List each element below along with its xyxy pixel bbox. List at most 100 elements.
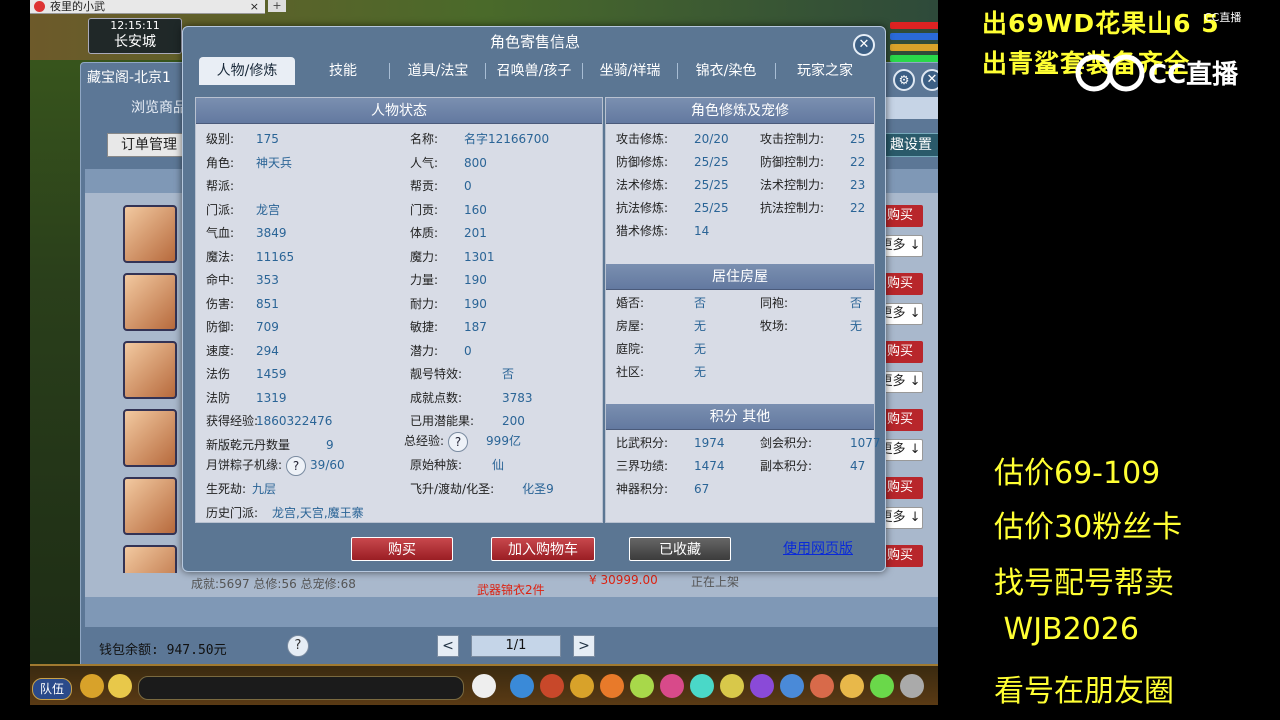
tab-mounts[interactable]: 坐骑/祥瑞: [585, 57, 675, 85]
cultivation-value: 14: [694, 224, 710, 238]
tab-outfits[interactable]: 锦衣/染色: [679, 57, 773, 85]
add-to-cart-button[interactable]: 加入购物车: [491, 537, 595, 561]
history-value: 龙宫,天宫,魔王寨: [272, 506, 364, 520]
char-stat-label: 伤害:: [206, 296, 235, 311]
order-manage-button[interactable]: 订单管理: [107, 133, 191, 157]
house-row: 社区: 无: [616, 361, 706, 384]
tab-player-home[interactable]: 玩家之家: [777, 57, 873, 85]
tab-character[interactable]: 人物/修炼: [199, 57, 295, 85]
team-icon[interactable]: [630, 674, 654, 698]
char-stat-row: 伤害: 851: [206, 293, 279, 316]
gang-icon[interactable]: [720, 674, 744, 698]
bazaar-title: 藏宝阁-北京1: [87, 70, 171, 86]
char-stat-row: 气血: 3849: [206, 222, 287, 245]
avatar[interactable]: [123, 477, 177, 535]
browse-tab[interactable]: 浏览商品: [131, 97, 187, 117]
tab-skills[interactable]: 技能: [297, 57, 389, 85]
task-icon[interactable]: [690, 674, 714, 698]
avatar[interactable]: [123, 409, 177, 467]
score-label: 副本积分:: [760, 459, 813, 473]
overlay-line: 估价30粉丝卡: [994, 510, 1183, 545]
page-prev-button[interactable]: <: [437, 635, 459, 657]
help-icon[interactable]: ?: [286, 455, 307, 476]
tab-items[interactable]: 道具/法宝: [393, 57, 483, 85]
voice-icon[interactable]: [80, 674, 104, 698]
bag-icon[interactable]: [540, 674, 564, 698]
char-stat-label: 帮派:: [206, 179, 235, 193]
char-stat-label: 潜力:: [410, 343, 439, 358]
game-window: 夜里的小武 × + 12:15:11 长安城 藏宝阁-北京1 浏览商品 ⚙ ✕ …: [30, 0, 938, 705]
house-label: 同袍:: [760, 296, 789, 310]
help-icon[interactable]: ?: [287, 635, 309, 657]
char-stat-value: 名字12166700: [464, 132, 550, 146]
buy-button[interactable]: 购买: [351, 537, 453, 561]
chat-input[interactable]: [138, 676, 464, 700]
browser-tab[interactable]: 夜里的小武 ×: [30, 0, 265, 14]
help-icon[interactable]: ?: [448, 431, 469, 452]
cultivation-value: 25/25: [694, 178, 729, 192]
cultivation-label: 防御修炼:: [616, 155, 669, 169]
char-stat-row: 成就点数: 3783: [410, 387, 533, 410]
list-footer: [85, 597, 938, 627]
page-next-button[interactable]: >: [573, 635, 595, 657]
cultivation-value: 22: [850, 201, 866, 215]
char-stat-label: 新版乾元丹数量: [206, 437, 291, 452]
trade-icon[interactable]: [600, 674, 624, 698]
tab-pets[interactable]: 召唤兽/孩子: [487, 57, 581, 85]
char-stat-value: 190: [464, 273, 487, 287]
house-value: 无: [694, 342, 707, 356]
chat-bubble-icon[interactable]: [108, 674, 132, 698]
tab-close-icon[interactable]: ×: [250, 0, 259, 14]
char-stat-label: 门派:: [206, 202, 235, 217]
shop-icon[interactable]: [810, 674, 834, 698]
avatar[interactable]: [123, 341, 177, 399]
settings-icon[interactable]: [900, 674, 924, 698]
give-icon[interactable]: [570, 674, 594, 698]
char-stat-value: 1860322476: [256, 414, 333, 428]
char-stat-row: 名称: 名字12166700: [410, 128, 549, 151]
pet-menu-icon[interactable]: [660, 674, 684, 698]
race-label: 原始种族:: [410, 458, 463, 472]
search-input[interactable]: [881, 97, 938, 119]
avatar[interactable]: [123, 273, 177, 331]
new-tab-button[interactable]: +: [268, 0, 286, 12]
quick-icon[interactable]: [750, 674, 774, 698]
cultivation-value: 20/20: [694, 132, 729, 146]
gear-icon[interactable]: ⚙: [893, 69, 915, 91]
avatar[interactable]: [123, 205, 177, 263]
close-icon[interactable]: ✕: [853, 34, 875, 56]
team-button[interactable]: 队伍: [32, 678, 72, 700]
friend-icon[interactable]: [780, 674, 804, 698]
house-value: 无: [694, 365, 707, 379]
house-row: 牧场: 无: [760, 315, 862, 338]
char-stat-row: 耐力: 190: [410, 293, 487, 316]
smile-icon[interactable]: [840, 674, 864, 698]
character-status-panel: 人物状态 总经验:? 999亿 月饼粽子机缘:? 39/60 原始种族: 仙 生死劫:…: [195, 97, 603, 523]
section-header: 人物状态: [196, 98, 602, 124]
system-icon[interactable]: [870, 674, 894, 698]
favicon-icon: [34, 1, 45, 12]
char-stat-row: 魔法: 11165: [206, 246, 294, 269]
score-row: 三界功绩: 1474: [616, 455, 725, 478]
char-stat-value: 200: [502, 414, 525, 428]
attack-icon[interactable]: [510, 674, 534, 698]
char-stat-value: 1301: [464, 249, 495, 264]
cc-live-logo: CC直播: [1075, 54, 1239, 92]
item-price: ¥ 30999.00: [589, 573, 658, 587]
char-stat-row: 魔力: 1301: [410, 246, 495, 269]
house-label: 牧场:: [760, 319, 789, 333]
setting-button[interactable]: 趣设置: [877, 133, 938, 157]
use-web-version-link[interactable]: 使用网页版: [773, 537, 863, 561]
wallet-balance: 钱包余额: 947.50元: [99, 643, 227, 658]
char-stat-row: 法伤 1459: [206, 363, 287, 386]
char-stat-row: 靓号特效: 否: [410, 363, 514, 386]
house-label: 婚否:: [616, 296, 645, 310]
pet-icon[interactable]: [472, 674, 496, 698]
favorited-button[interactable]: 已收藏: [629, 537, 731, 561]
house-value: 否: [694, 296, 707, 310]
char-stat-row: 已用潜能果: 200: [410, 410, 525, 433]
char-stat-label: 速度:: [206, 343, 235, 358]
bazaar-close-icon[interactable]: ✕: [921, 69, 938, 91]
char-stat-label: 力量:: [410, 273, 439, 287]
item-status: 正在上架: [691, 575, 740, 589]
